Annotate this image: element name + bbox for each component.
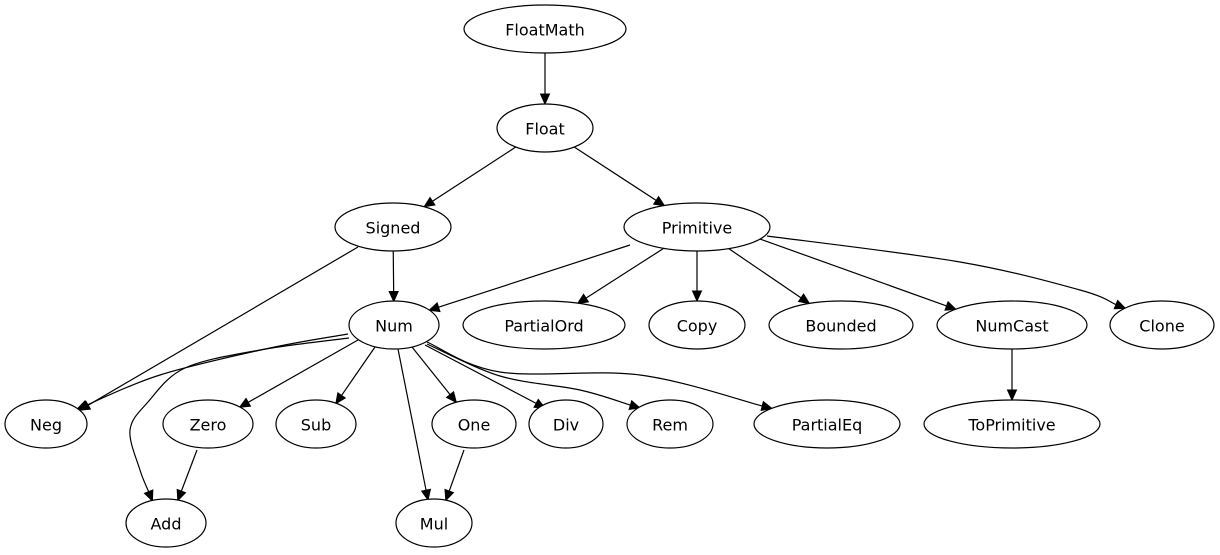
node-one: One <box>431 399 517 449</box>
node-mul: Mul <box>395 498 473 548</box>
edge-num-to-rem <box>426 343 642 411</box>
arrowhead-icon <box>444 488 455 502</box>
arrowhead-icon <box>427 302 441 313</box>
node-floatmath: FloatMath <box>463 4 627 54</box>
node-neg: Neg <box>4 399 88 449</box>
node-label: NumCast <box>975 317 1048 336</box>
node-label: FloatMath <box>505 21 585 40</box>
edge-signed-to-num <box>388 250 399 303</box>
edge-line <box>397 348 427 491</box>
edge-num-to-mul <box>397 348 432 502</box>
edge-line <box>411 346 451 395</box>
trait-graph: FloatMath Float Signed Primitive Num PartialO… <box>4 4 1215 548</box>
node-primitive: Primitive <box>623 202 771 252</box>
arrowhead-icon <box>539 93 551 106</box>
node-label: Zero <box>190 416 227 435</box>
edge-primitive-to-clone <box>766 235 1127 310</box>
node-label: Copy <box>677 317 718 336</box>
edge-line <box>432 146 517 202</box>
node-signed: Signed <box>334 202 452 252</box>
edge-numcast-to-toprimitive <box>1006 349 1018 402</box>
node-bounded: Bounded <box>768 300 914 350</box>
arrowhead-icon <box>1006 389 1018 402</box>
node-label: Signed <box>366 219 421 238</box>
edge-line <box>728 248 802 299</box>
node-toprimitive: ToPrimitive <box>923 399 1101 449</box>
edge-line <box>438 244 631 308</box>
arrowhead-icon <box>238 397 252 408</box>
edge-primitive-to-bounded <box>728 248 811 305</box>
edge-signed-to-neg <box>78 246 359 411</box>
arrowhead-icon <box>420 488 432 502</box>
node-div: Div <box>528 399 604 449</box>
edge-line <box>759 238 947 307</box>
diagram-canvas: FloatMath Float Signed Primitive Num PartialO… <box>0 0 1220 555</box>
edge-primitive-to-numcast <box>759 238 958 311</box>
edge-line <box>87 246 359 406</box>
arrowhead-icon <box>576 293 590 305</box>
node-label: Clone <box>1139 317 1184 336</box>
arrowhead-icon <box>176 488 187 502</box>
node-label: Mul <box>420 515 448 534</box>
arrowhead-icon <box>423 196 436 208</box>
edge-line <box>426 341 763 407</box>
edge-line <box>766 235 1117 306</box>
edge-primitive-to-partialord <box>576 247 664 305</box>
arrowhead-icon <box>652 195 666 207</box>
node-label: Primitive <box>662 219 732 238</box>
node-label: Neg <box>30 416 62 435</box>
edge-primitive-to-copy <box>691 251 703 303</box>
edge-floatmath-to-float <box>539 53 551 106</box>
node-label: PartialEq <box>792 416 863 435</box>
arrowhead-icon <box>143 489 154 503</box>
arrowhead-icon <box>445 390 458 404</box>
edge-float-to-primitive <box>573 146 666 207</box>
arrowhead-icon <box>691 290 703 303</box>
arrowhead-icon <box>335 392 347 405</box>
node-partialord: PartialOrd <box>462 300 626 350</box>
edge-line <box>424 344 537 404</box>
node-label: Float <box>525 120 565 139</box>
node-label: Bounded <box>805 317 876 336</box>
node-label: Div <box>553 416 579 435</box>
edge-zero-to-add <box>176 449 198 502</box>
node-label: Rem <box>652 416 688 435</box>
node-label: ToPrimitive <box>967 416 1055 435</box>
node-numcast: NumCast <box>936 300 1088 350</box>
arrowhead-icon <box>1113 299 1127 310</box>
node-add: Add <box>125 498 207 548</box>
edge-line <box>86 333 349 406</box>
node-zero: Zero <box>162 399 254 449</box>
nodes-layer: FloatMath Float Signed Primitive Num PartialO… <box>4 4 1215 548</box>
node-partialeq: PartialEq <box>753 399 901 449</box>
node-rem: Rem <box>626 399 714 449</box>
node-num: Num <box>348 300 440 350</box>
edge-line <box>573 146 657 201</box>
node-label: Add <box>151 515 182 534</box>
node-copy: Copy <box>648 300 746 350</box>
node-label: PartialOrd <box>504 317 583 336</box>
edge-float-to-signed <box>423 146 517 208</box>
edge-line <box>426 343 631 406</box>
edge-line <box>341 346 376 396</box>
arrowhead-icon <box>388 290 399 303</box>
edge-line <box>180 449 198 492</box>
node-label: Sub <box>301 416 331 435</box>
arrowhead-icon <box>797 293 811 305</box>
edge-num-to-neg <box>76 333 349 410</box>
node-sub: Sub <box>275 399 357 449</box>
node-label: Num <box>375 317 413 336</box>
edge-num-to-div <box>424 344 547 409</box>
edge-one-to-mul <box>444 449 465 502</box>
edge-line <box>448 449 465 492</box>
node-clone: Clone <box>1109 300 1215 350</box>
node-label: One <box>458 416 491 435</box>
edge-num-to-sub <box>335 346 376 405</box>
node-float: Float <box>496 103 594 153</box>
arrowhead-icon <box>944 300 958 311</box>
